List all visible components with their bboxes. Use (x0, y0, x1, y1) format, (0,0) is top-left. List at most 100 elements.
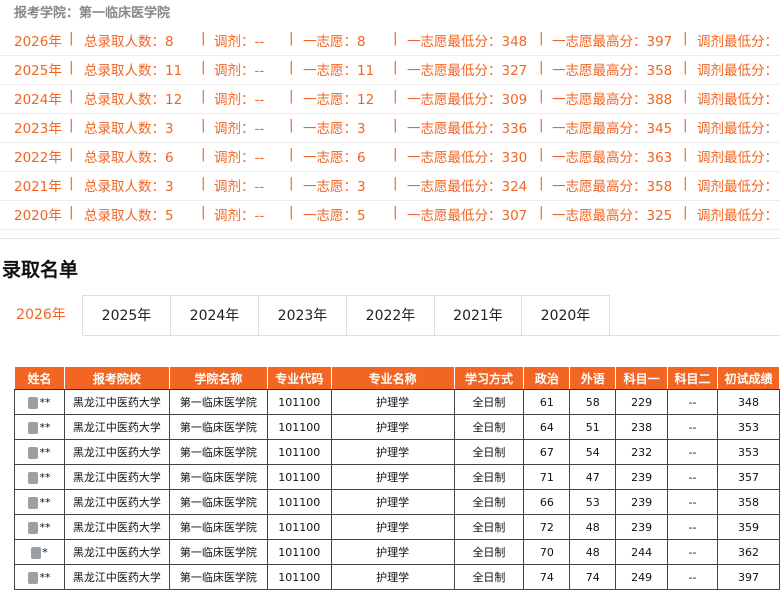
stat-min: 一志愿最低分：330 (407, 150, 528, 166)
stat-total: 总录取人数：11 (84, 63, 183, 79)
stat-adjust: 调剂：-- (214, 92, 265, 108)
masked-name-icon (28, 471, 39, 484)
tab-2024[interactable]: 2024年 (171, 295, 259, 335)
table-cell: 348 (717, 389, 780, 415)
stats-row: 2020年 | 总录取人数：5 | 调剂：-- | 一志愿：5 | 一志愿最低分：307 | 一志愿… (0, 201, 780, 230)
masked-name-icon (28, 396, 39, 409)
table-cell: 护理学 (330, 389, 455, 415)
stat-year: 2023年 (14, 121, 62, 137)
stats-row: 2025年 | 总录取人数：11 | 调剂：-- | 一志愿：11 | 一志愿最低分：327 | 一… (0, 56, 780, 85)
table-cell: 72 (523, 514, 571, 540)
stat-first: 一志愿：12 (303, 92, 375, 108)
separator: | (539, 59, 544, 75)
stat-year: 2022年 (14, 150, 62, 166)
separator: | (683, 30, 688, 46)
column-header: 报考院校 (63, 366, 170, 390)
table-cell: 353 (717, 439, 780, 465)
table-cell: 54 (569, 439, 617, 465)
table-row: ** 黑龙江中医药大学 第一临床医学院 101100 护理学 全日制 72 48 239 -- 35… (14, 514, 780, 540)
table-cell: 101100 (266, 439, 332, 465)
separator: | (393, 175, 398, 191)
table-cell: 61 (523, 389, 571, 415)
table-cell: 58 (569, 389, 617, 415)
name-mask: ** (39, 445, 51, 459)
admission-table: 姓名 报考院校 学院名称 专业代码 专业名称 学习方式 政治 外语 科目一 科目二 初试成绩 ** 黑… (14, 366, 780, 590)
table-cell: 357 (717, 464, 780, 490)
table-cell: 黑龙江中医药大学 (63, 514, 170, 540)
separator: | (69, 117, 74, 133)
tab-2026[interactable]: 2026年 (0, 295, 83, 336)
stat-total: 总录取人数：12 (84, 92, 183, 108)
stat-adjust-min: 调剂最低分： (697, 179, 778, 195)
tab-2025[interactable]: 2025年 (83, 295, 171, 335)
table-cell: 74 (523, 564, 571, 590)
stats-row: 2026年 | 总录取人数：8 | 调剂：-- | 一志愿：8 | 一志愿最低分：348 | 一志愿… (0, 27, 780, 56)
table-row: ** 黑龙江中医药大学 第一临床医学院 101100 护理学 全日制 71 47 239 -- 35… (14, 464, 780, 490)
table-cell: 74 (569, 564, 617, 590)
separator: | (539, 117, 544, 133)
column-header: 外语 (569, 366, 617, 390)
student-name: ** (14, 564, 65, 590)
separator: | (683, 88, 688, 104)
tab-2022[interactable]: 2022年 (347, 295, 435, 335)
table-cell: -- (667, 439, 718, 465)
separator: | (69, 175, 74, 191)
table-cell: 第一临床医学院 (168, 389, 268, 415)
student-name: ** (14, 389, 65, 415)
table-cell: 全日制 (453, 514, 525, 540)
table-cell: -- (667, 489, 718, 515)
school-title: 报考学院：第一临床医学院 (14, 6, 171, 21)
section-title: 录取名单 (2, 259, 79, 281)
table-cell: 全日制 (453, 539, 525, 565)
table-cell: 238 (615, 414, 669, 440)
table-cell: 黑龙江中医药大学 (63, 564, 170, 590)
table-cell: -- (667, 414, 718, 440)
admission-stats: 2026年 | 总录取人数：8 | 调剂：-- | 一志愿：8 | 一志愿最低分：348 | 一志愿… (0, 27, 780, 230)
separator: | (69, 88, 74, 104)
table-cell: 239 (615, 514, 669, 540)
column-header: 专业代码 (266, 366, 332, 390)
table-row: ** 黑龙江中医药大学 第一临床医学院 101100 护理学 全日制 67 54 232 -- 35… (14, 439, 780, 465)
table-cell: 397 (717, 564, 780, 590)
column-header: 学院名称 (168, 366, 268, 390)
stat-adjust: 调剂：-- (214, 63, 265, 79)
stat-year: 2024年 (14, 92, 62, 108)
separator: | (201, 117, 206, 133)
stat-total: 总录取人数：3 (84, 179, 174, 195)
tab-2021[interactable]: 2021年 (435, 295, 522, 335)
table-cell: 66 (523, 489, 571, 515)
tab-2023[interactable]: 2023年 (259, 295, 347, 335)
table-cell: 第一临床医学院 (168, 564, 268, 590)
table-cell: 护理学 (330, 439, 455, 465)
separator: | (683, 59, 688, 75)
table-header-row: 姓名 报考院校 学院名称 专业代码 专业名称 学习方式 政治 外语 科目一 科目二 初试成绩 (14, 366, 780, 390)
stat-max: 一志愿最高分：325 (552, 208, 673, 224)
table-cell: 全日制 (453, 564, 525, 590)
table-cell: 362 (717, 539, 780, 565)
column-header: 政治 (523, 366, 571, 390)
separator: | (539, 146, 544, 162)
separator: | (393, 88, 398, 104)
stats-row: 2021年 | 总录取人数：3 | 调剂：-- | 一志愿：3 | 一志愿最低分：324 | 一志愿… (0, 172, 780, 201)
stat-adjust-min: 调剂最低分： (697, 150, 778, 166)
table-cell: 护理学 (330, 489, 455, 515)
stat-max: 一志愿最高分：358 (552, 63, 673, 79)
table-cell: 101100 (266, 489, 332, 515)
student-name: ** (14, 489, 65, 515)
separator: | (539, 88, 544, 104)
table-cell: 353 (717, 414, 780, 440)
stat-max: 一志愿最高分：397 (552, 34, 673, 50)
stat-adjust-min: 调剂最低分： (697, 63, 778, 79)
stat-first: 一志愿：3 (303, 121, 366, 137)
table-cell: 黑龙江中医药大学 (63, 464, 170, 490)
table-cell: 第一临床医学院 (168, 414, 268, 440)
separator: | (289, 30, 294, 46)
student-name: * (14, 539, 65, 565)
stat-adjust-min: 调剂最低分： (697, 34, 778, 50)
tab-2020[interactable]: 2020年 (522, 295, 610, 335)
stat-total: 总录取人数：6 (84, 150, 174, 166)
separator: | (69, 146, 74, 162)
table-cell: 229 (615, 389, 669, 415)
stat-adjust: 调剂：-- (214, 121, 265, 137)
table-cell: 101100 (266, 389, 332, 415)
